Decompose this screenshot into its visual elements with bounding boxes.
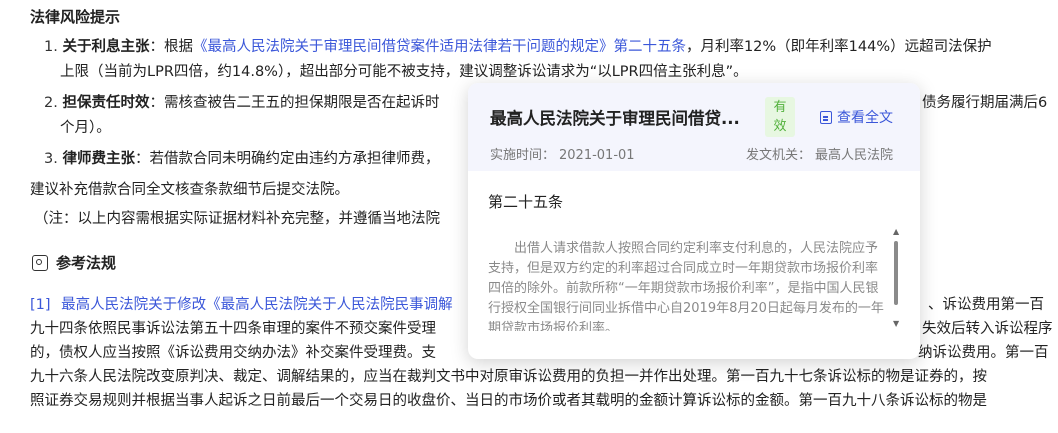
issuer-label: 发文机关：: [746, 148, 812, 163]
risk-item-2: 2. 担保责任时效：需核查被告二王五的担保期限是否在起诉时: [44, 92, 439, 114]
risk-item-1: 1. 关于利息主张：根据《最高人民法院关于审理民间借贷案件适用法律若干问题的规定…: [44, 36, 992, 58]
reference-link[interactable]: 最高人民法院关于修改《最高人民法院关于人民法院民事调解: [61, 297, 453, 313]
scroll-thumb[interactable]: [894, 241, 898, 305]
reference-text: 九十六条人民法院改变原判决、裁定、调解结果的，应当在裁判文书中对原审诉讼费用的负…: [30, 369, 987, 385]
regulation-link[interactable]: 《最高人民法院关于审理民间借贷案件适用法律若干问题的规定》第二十五条: [193, 39, 686, 55]
reference-index: [1]: [30, 297, 51, 313]
article-number: 第二十五条: [488, 193, 564, 211]
reference-text: 失效后转入诉讼程序: [922, 321, 1053, 337]
note-text: （注：以上内容需根据实际证据材料补充完整，并遵循当地法院: [34, 211, 440, 227]
item-text: ：若借款合同未明确约定由违约方承担律师费，: [134, 151, 440, 167]
article-body[interactable]: 出借人请求借款人按照合同约定利率支付利息的，人民法院应予支持，但是双方约定的利率…: [488, 239, 886, 331]
reference-text: 的，债权人应当按照《诉讼费用交纳办法》补交案件受理费。支: [30, 345, 436, 361]
popover-header: 最高人民法院关于审理民间借贷... 有效 查看全文 实施时间： 2021-01-0…: [468, 83, 920, 171]
reference-item-1: [1] 最高人民法院关于修改《最高人民法院关于人民法院民事调解: [30, 294, 453, 316]
view-full-text-label: 查看全文: [837, 110, 893, 126]
risk-item-2-cont: 个月）。: [60, 120, 111, 136]
reference-text: 照证券交易规则并根据当事人起诉之日前最后一个交易日的收盘价、当日的市场价或者其载…: [30, 393, 987, 409]
scroll-down-icon[interactable]: ▼: [893, 319, 899, 328]
advice-text: 建议补充借款合同全文核查条款细节后提交法院。: [30, 182, 349, 198]
popover-title: 最高人民法院关于审理民间借贷...: [490, 109, 740, 128]
reference-text: 纳诉讼费用。第一百: [918, 345, 1049, 361]
item-text: ，月利率12%（即年利率144%）远超司法保护: [685, 39, 992, 55]
effective-date-value: 2021-01-01: [559, 148, 635, 163]
risk-item-3: 3. 律师费主张：若借款合同未明确约定由违约方承担律师费，: [44, 148, 439, 170]
book-icon: [32, 255, 48, 271]
effective-date: 实施时间： 2021-01-01: [490, 144, 635, 163]
issuer: 发文机关： 最高人民法院: [746, 144, 893, 163]
item-title: 担保责任时效: [62, 95, 150, 111]
issuer-value: 最高人民法院: [815, 148, 894, 163]
view-full-text-link[interactable]: 查看全文: [820, 107, 893, 127]
risk-item-2-tail: 债务履行期届满后6: [922, 95, 1048, 111]
scroll-up-icon[interactable]: ▲: [893, 227, 899, 236]
item-text: ：根据: [149, 39, 193, 55]
reference-text: 九十四条依照民事诉讼法第五十四条审理的案件不预交案件受理: [30, 321, 436, 337]
popover-scrollbar[interactable]: ▲ ▼: [893, 227, 899, 328]
item-number: 1.: [44, 39, 58, 55]
item-title: 律师费主张: [62, 151, 135, 167]
status-badge: 有效: [765, 97, 795, 137]
status-badge-label: 有效: [773, 100, 787, 134]
document-icon: [820, 111, 832, 124]
risk-item-1-cont: 上限（当前为LPR四倍，约14.8%），超出部分可能不被支持，建议调整诉讼请求为…: [60, 64, 748, 80]
effective-date-label: 实施时间：: [490, 148, 556, 163]
risk-heading: 法律风险提示: [30, 8, 121, 26]
item-text: ：需核查被告二王五的担保期限是否在起诉时: [149, 95, 440, 111]
bottom-fade: [0, 412, 1058, 433]
reference-heading-label: 参考法规: [56, 254, 117, 272]
item-number: 3.: [44, 151, 58, 167]
regulation-popover: 最高人民法院关于审理民间借贷... 有效 查看全文 实施时间： 2021-01-0…: [468, 83, 920, 359]
reference-heading: 参考法规: [32, 252, 116, 274]
reference-text: 、诉讼费用第一百: [928, 297, 1044, 313]
item-title: 关于利息主张: [62, 39, 150, 55]
item-number: 2.: [44, 95, 58, 111]
